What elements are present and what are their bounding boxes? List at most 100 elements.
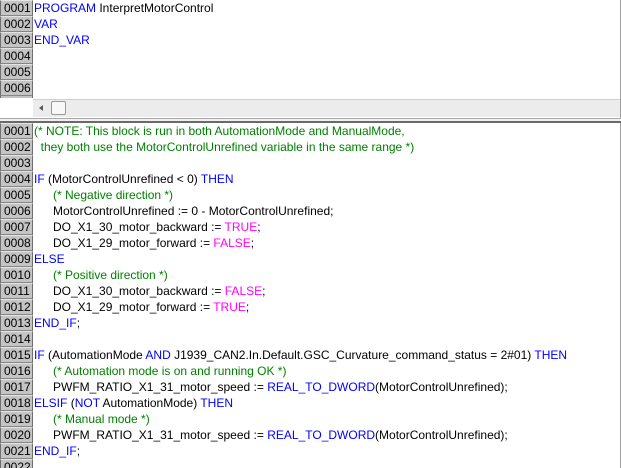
code-line[interactable]: PWFM_RATIO_X1_31_motor_speed := REAL_TO_… xyxy=(33,379,620,395)
editor-line: 0005 (* Negative direction *) xyxy=(0,187,620,203)
text-token: DO_X1_29_motor_forward := xyxy=(34,300,214,314)
declaration-lines: 0001 PROGRAM InterpretMotorControl 0002 VAR… xyxy=(0,0,620,96)
editor-line: 0006 xyxy=(0,80,620,96)
line-number: 0012 xyxy=(0,299,33,315)
line-number: 0004 xyxy=(0,48,33,64)
editor-line: 0004 IF (MotorControlUnrefined < 0) THEN xyxy=(0,171,620,187)
keyword-token: IF xyxy=(34,348,45,362)
code-line[interactable]: DO_X1_30_motor_backward := TRUE; xyxy=(33,219,620,235)
keyword-token: NOT xyxy=(74,396,100,410)
code-line[interactable]: (* NOTE: This block is run in both Autom… xyxy=(33,123,620,139)
line-number: 0009 xyxy=(0,251,33,267)
line-number: 0015 xyxy=(0,347,33,363)
line-number: 0006 xyxy=(0,80,33,96)
keyword-token: IF xyxy=(34,172,45,186)
keyword-token: PROGRAM xyxy=(34,1,97,15)
text-token: DO_X1_30_motor_backward := xyxy=(34,284,225,298)
code-line[interactable] xyxy=(33,155,620,171)
text-token: (AutomationMode xyxy=(44,348,146,362)
code-line[interactable] xyxy=(33,459,620,468)
editor-line: 0001 PROGRAM InterpretMotorControl xyxy=(0,0,620,16)
line-number: 0007 xyxy=(0,219,33,235)
editor-line: 0020 PWFM_RATIO_X1_31_motor_speed := REA… xyxy=(0,427,620,443)
implementation-pane: 0001 (* NOTE: This block is run in both A… xyxy=(0,123,621,468)
literal-token: FALSE xyxy=(224,284,263,298)
line-number: 0003 xyxy=(0,155,33,171)
editor-line: 0017 PWFM_RATIO_X1_31_motor_speed := REA… xyxy=(0,379,620,395)
editor-line: 0007 DO_X1_30_motor_backward := TRUE; xyxy=(0,219,620,235)
code-line[interactable]: ELSE xyxy=(33,251,620,267)
text-token: AutomationMode) xyxy=(99,396,201,410)
horizontal-scrollbar[interactable] xyxy=(33,99,620,117)
scroll-thumb[interactable] xyxy=(51,101,66,115)
line-number: 0003 xyxy=(0,32,33,48)
code-line[interactable]: DO_X1_29_motor_forward := TRUE; xyxy=(33,299,620,315)
scroll-left-arrow-icon xyxy=(39,105,43,111)
line-number: 0014 xyxy=(0,331,33,347)
text-token: DO_X1_30_motor_backward := xyxy=(34,220,225,234)
keyword-token: THEN xyxy=(200,172,234,186)
scroll-left-button[interactable] xyxy=(33,100,50,117)
code-line[interactable]: PWFM_RATIO_X1_31_motor_speed := REAL_TO_… xyxy=(33,427,620,443)
line-number: 0021 xyxy=(0,443,33,459)
code-line[interactable] xyxy=(33,80,620,96)
literal-token: FALSE xyxy=(213,236,251,250)
code-line[interactable]: (* Negative direction *) xyxy=(33,187,620,203)
keyword-token: END_VAR xyxy=(34,33,90,47)
code-line[interactable]: END_IF; xyxy=(33,315,620,331)
editor-line: 0010 (* Positive direction *) xyxy=(0,267,620,283)
text-token: ( xyxy=(67,396,75,410)
editor-line: 0016 (* Automation mode is on and runnin… xyxy=(0,363,620,379)
line-number: 0001 xyxy=(0,0,33,16)
text-token: ; xyxy=(245,300,250,314)
line-number: 0017 xyxy=(0,379,33,395)
keyword-token: THEN xyxy=(534,348,568,362)
line-number: 0005 xyxy=(0,187,33,203)
keyword-token: ELSIF xyxy=(34,396,68,410)
code-line[interactable]: (* Automation mode is on and running OK … xyxy=(33,363,620,379)
code-line[interactable]: END_VAR xyxy=(33,32,620,48)
literal-token: TRUE xyxy=(213,300,246,314)
code-line[interactable]: IF (MotorControlUnrefined < 0) THEN xyxy=(33,171,620,187)
text-token: ; xyxy=(262,284,266,298)
code-line[interactable]: (* Positive direction *) xyxy=(33,267,620,283)
line-number: 0020 xyxy=(0,427,33,443)
code-line[interactable] xyxy=(33,48,620,64)
editor-line: 0013 END_IF; xyxy=(0,315,620,331)
comment-token: (* Positive direction *) xyxy=(34,268,168,282)
code-line[interactable]: they both use the MotorControlUnrefined … xyxy=(33,139,620,155)
editor-line: 0006 MotorControlUnrefined := 0 - MotorC… xyxy=(0,203,620,219)
code-line[interactable]: DO_X1_30_motor_backward := FALSE; xyxy=(33,283,620,299)
code-line[interactable]: IF (AutomationMode AND J1939_CAN2.In.Def… xyxy=(33,347,620,363)
editor-line: 0004 xyxy=(0,48,620,64)
line-number: 0018 xyxy=(0,395,33,411)
keyword-token: REAL_TO_DWORD xyxy=(267,380,376,394)
line-number: 0001 xyxy=(0,123,33,139)
text-token: PWFM_RATIO_X1_31_motor_speed := xyxy=(34,428,268,442)
code-line[interactable]: PROGRAM InterpretMotorControl xyxy=(33,0,620,16)
code-line[interactable] xyxy=(33,64,620,80)
implementation-lines: 0001 (* NOTE: This block is run in both A… xyxy=(0,123,620,468)
code-line[interactable]: MotorControlUnrefined := 0 - MotorContro… xyxy=(33,203,620,219)
line-number: 0010 xyxy=(0,267,33,283)
code-line[interactable]: DO_X1_29_motor_forward := FALSE; xyxy=(33,235,620,251)
code-line[interactable]: VAR xyxy=(33,16,620,32)
declaration-pane: 0001 PROGRAM InterpretMotorControl 0002 VAR… xyxy=(0,0,621,118)
keyword-token: REAL_TO_DWORD xyxy=(267,428,376,442)
line-number: 0004 xyxy=(0,171,33,187)
code-line[interactable] xyxy=(33,331,620,347)
line-number: 0008 xyxy=(0,235,33,251)
editor-line: 0002 VAR xyxy=(0,16,620,32)
text-token: ; xyxy=(76,444,81,458)
code-line[interactable]: END_IF; xyxy=(33,443,620,459)
editor-line: 0009 ELSE xyxy=(0,251,620,267)
keyword-token: THEN xyxy=(200,396,234,410)
editor-line: 0003 xyxy=(0,155,620,171)
line-number: 0002 xyxy=(0,139,33,155)
keyword-token: END_IF xyxy=(34,444,77,458)
editor-line: 0021 END_IF; xyxy=(0,443,620,459)
code-line[interactable]: ELSIF (NOT AutomationMode) THEN xyxy=(33,395,620,411)
code-line[interactable]: (* Manual mode *) xyxy=(33,411,620,427)
editor-line: 0015 IF (AutomationMode AND J1939_CAN2.In… xyxy=(0,347,620,363)
editor-line: 0002 they both use the MotorControlUnref… xyxy=(0,139,620,155)
